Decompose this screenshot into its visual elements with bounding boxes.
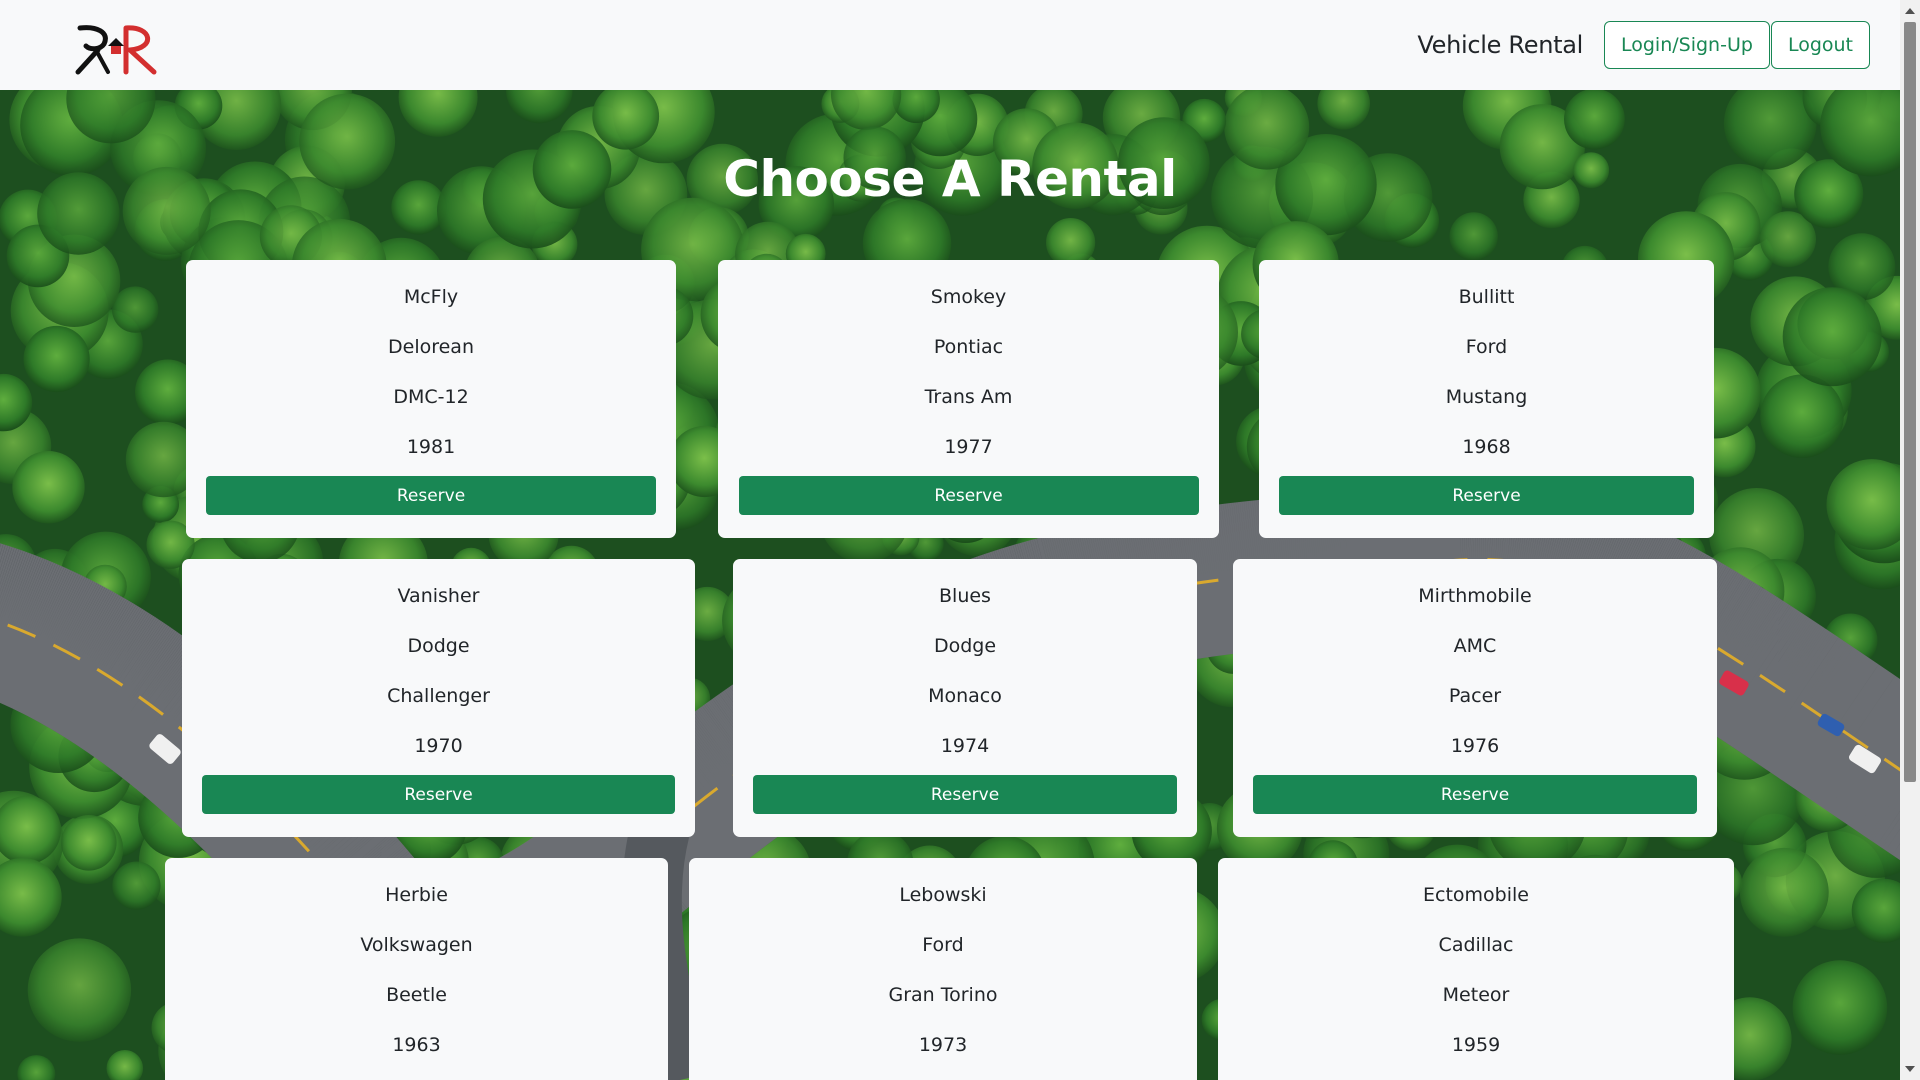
car-model: DMC-12 bbox=[393, 386, 469, 408]
car-make: Volkswagen bbox=[360, 934, 473, 956]
rental-card: Lebowski Ford Gran Torino 1973 bbox=[689, 858, 1197, 1080]
rental-card: Smokey Pontiac Trans Am 1977 Reserve bbox=[718, 260, 1219, 538]
car-model: Beetle bbox=[386, 984, 447, 1006]
scrollbar[interactable] bbox=[1900, 0, 1920, 1080]
car-name: Vanisher bbox=[397, 585, 480, 607]
car-year: 1959 bbox=[1451, 1034, 1501, 1056]
car-year: 1970 bbox=[414, 735, 463, 757]
car-name: Ectomobile bbox=[1423, 884, 1529, 906]
car-name: Bullitt bbox=[1458, 286, 1515, 308]
car-model: Challenger bbox=[387, 685, 490, 707]
car-year: 1976 bbox=[1450, 735, 1500, 757]
car-year: 1973 bbox=[918, 1034, 968, 1056]
rental-card: Mirthmobile AMC Pacer 1976 Reserve bbox=[1233, 559, 1717, 837]
scroll-down-arrow-icon[interactable] bbox=[1905, 1066, 1915, 1072]
car-name: Lebowski bbox=[899, 884, 987, 906]
reserve-button[interactable]: Reserve bbox=[206, 476, 656, 515]
reserve-button[interactable]: Reserve bbox=[1279, 476, 1694, 515]
car-make: Dodge bbox=[933, 635, 997, 657]
car-make: Ford bbox=[1465, 336, 1508, 358]
logo-icon[interactable] bbox=[74, 24, 158, 76]
rental-card: Bullitt Ford Mustang 1968 Reserve bbox=[1259, 260, 1714, 538]
page-title: Choose A Rental bbox=[723, 150, 1177, 208]
car-model: Pacer bbox=[1448, 685, 1502, 707]
car-model: Trans Am bbox=[924, 386, 1013, 408]
car-make: Pontiac bbox=[933, 336, 1004, 358]
car-model: Monaco bbox=[928, 685, 1002, 707]
navbar: Vehicle Rental Login/Sign-Up Logout bbox=[0, 0, 1900, 90]
car-year: 1974 bbox=[940, 735, 990, 757]
car-make: Dodge bbox=[407, 635, 470, 657]
car-name: Herbie bbox=[385, 884, 448, 906]
reserve-button[interactable]: Reserve bbox=[1253, 775, 1697, 814]
car-model: Gran Torino bbox=[888, 984, 998, 1006]
car-model: Mustang bbox=[1445, 386, 1528, 408]
car-year: 1963 bbox=[392, 1034, 441, 1056]
car-name: McFly bbox=[403, 286, 459, 308]
scroll-up-arrow-icon[interactable] bbox=[1905, 8, 1915, 14]
car-make: AMC bbox=[1453, 635, 1497, 657]
car-year: 1968 bbox=[1462, 436, 1511, 458]
car-year: 1977 bbox=[944, 436, 993, 458]
reserve-button[interactable]: Reserve bbox=[202, 775, 675, 814]
car-make: Delorean bbox=[388, 336, 474, 358]
car-model: Meteor bbox=[1442, 984, 1510, 1006]
car-name: Mirthmobile bbox=[1418, 585, 1532, 607]
car-name: Blues bbox=[939, 585, 991, 607]
brand-link[interactable]: Vehicle Rental bbox=[1417, 31, 1583, 59]
login-signup-button[interactable]: Login/Sign-Up bbox=[1604, 21, 1770, 69]
reserve-button[interactable]: Reserve bbox=[738, 476, 1199, 515]
rental-card: Herbie Volkswagen Beetle 1963 bbox=[165, 858, 668, 1080]
rental-card: Blues Dodge Monaco 1974 Reserve bbox=[733, 559, 1197, 837]
rental-card: Vanisher Dodge Challenger 1970 Reserve bbox=[182, 559, 695, 837]
nav-right: Vehicle Rental Login/Sign-Up Logout bbox=[1417, 21, 1870, 69]
car-make: Cadillac bbox=[1438, 934, 1514, 956]
car-name: Smokey bbox=[930, 286, 1007, 308]
logout-button[interactable]: Logout bbox=[1770, 21, 1870, 69]
car-year: 1981 bbox=[406, 436, 456, 458]
rental-card: Ectomobile Cadillac Meteor 1959 bbox=[1218, 858, 1734, 1080]
car-make: Ford bbox=[922, 934, 964, 956]
reserve-button[interactable]: Reserve bbox=[753, 775, 1177, 814]
scrollbar-thumb[interactable] bbox=[1904, 22, 1916, 782]
rental-card: McFly Delorean DMC-12 1981 Reserve bbox=[186, 260, 676, 538]
